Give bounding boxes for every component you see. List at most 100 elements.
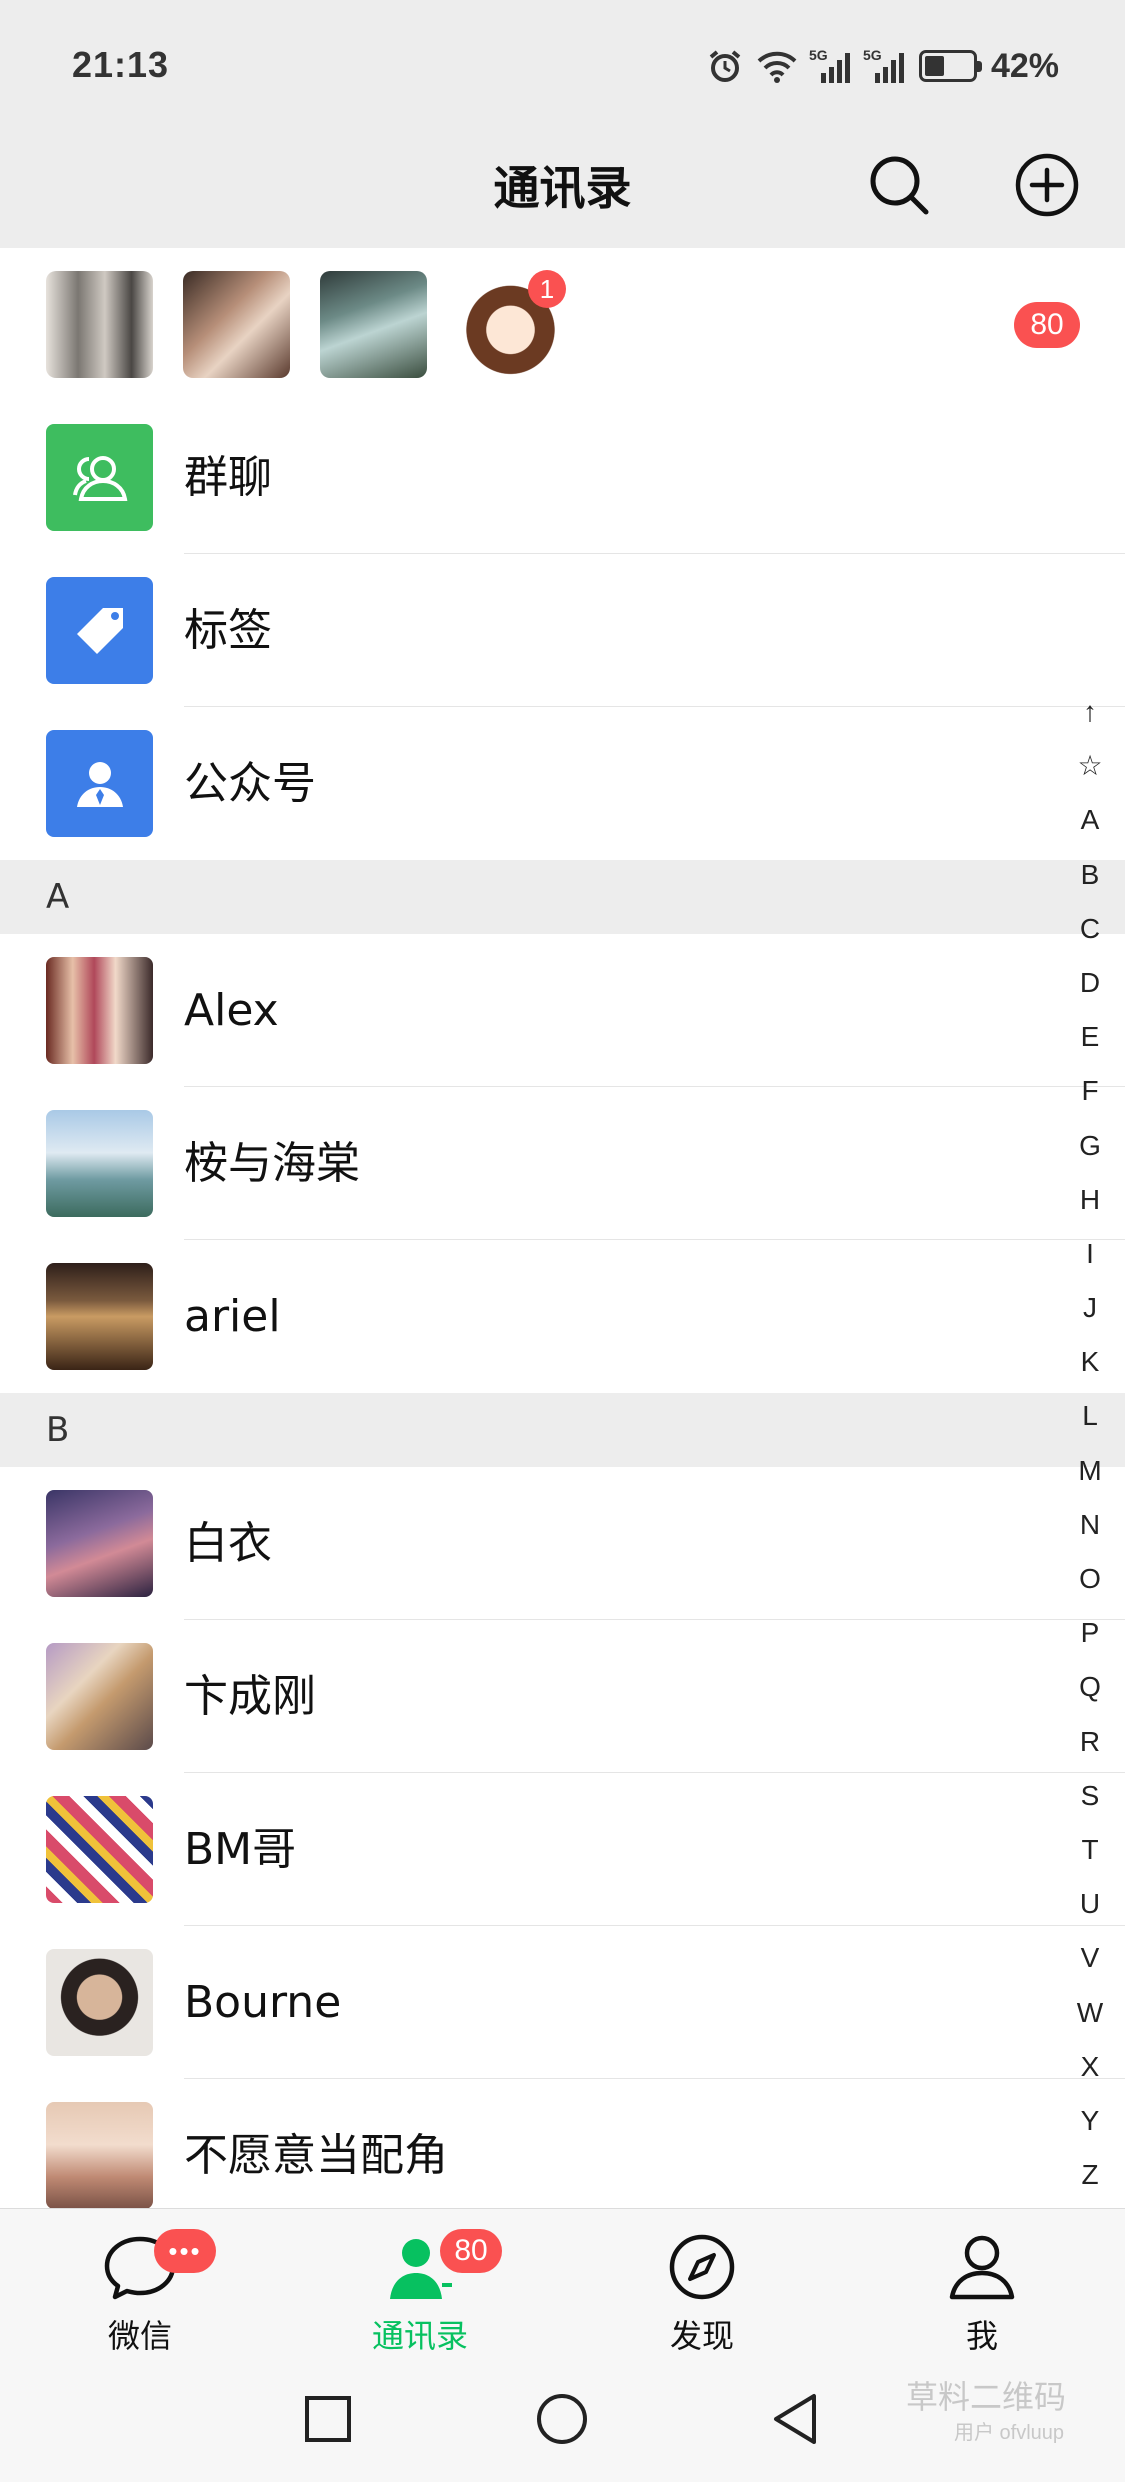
avatar: [183, 271, 290, 378]
contact-name: Alex: [184, 985, 279, 1036]
compass-icon: [669, 2234, 735, 2300]
page-title: 通讯录: [493, 161, 632, 215]
status-bar: 21:13 5G 5G 42%: [0, 0, 1125, 130]
contact-name: 白衣: [184, 1518, 272, 1569]
signal-icon: 5G: [809, 47, 851, 83]
search-button[interactable]: [864, 150, 934, 220]
index-letter[interactable]: Q: [1075, 1660, 1105, 1714]
function-label: 标签: [184, 605, 272, 656]
index-letter[interactable]: K: [1075, 1335, 1105, 1389]
status-time: 21:13: [72, 44, 170, 85]
new-friends-row[interactable]: 1 80: [0, 248, 1125, 401]
contact-name: 桉与海棠: [184, 1138, 360, 1189]
group-chats-entry[interactable]: 群聊: [0, 401, 1125, 554]
avatar: [46, 2102, 153, 2208]
add-button[interactable]: [1012, 150, 1082, 220]
avatar: [46, 1110, 153, 1217]
function-label: 公众号: [184, 758, 316, 809]
index-letter[interactable]: A: [1075, 793, 1105, 847]
contact-row[interactable]: 白衣: [0, 1467, 1125, 1620]
tab-label: 通讯录: [371, 2317, 468, 2355]
contact-row[interactable]: Bourne: [0, 1926, 1125, 2079]
avatar: [46, 1949, 153, 2056]
index-letter[interactable]: P: [1075, 1606, 1105, 1660]
contacts-list[interactable]: 1 80 群聊 标签 公众号 A Alex 桉与海棠 ariel B 白衣 卞成…: [0, 248, 1125, 2208]
alarm-icon: [707, 48, 743, 84]
index-letter[interactable]: H: [1075, 1173, 1105, 1227]
index-letter[interactable]: Z: [1075, 2148, 1105, 2202]
contact-row[interactable]: Alex: [0, 934, 1125, 1087]
home-button[interactable]: [527, 2384, 597, 2454]
avatar: [46, 1643, 153, 1750]
index-letter[interactable]: G: [1075, 1119, 1105, 1173]
section-header-b: B: [0, 1393, 1125, 1467]
avatar: [46, 1490, 153, 1597]
index-letter[interactable]: U: [1075, 1877, 1105, 1931]
index-letter[interactable]: C: [1075, 902, 1105, 956]
contact-name: BM哥: [184, 1824, 297, 1875]
function-label: 群聊: [184, 452, 272, 503]
index-letter[interactable]: M: [1075, 1444, 1105, 1498]
contact-row[interactable]: 不愿意当配角: [0, 2079, 1125, 2208]
new-friends-count-badge: 80: [1014, 302, 1080, 348]
watermark-sub: 用户 ofvluup: [954, 2422, 1065, 2444]
index-letter[interactable]: I: [1075, 1227, 1105, 1281]
index-letter[interactable]: N: [1075, 1498, 1105, 1552]
avatar-badge: 1: [528, 270, 566, 308]
contact-name: ariel: [184, 1291, 281, 1342]
official-accounts-entry[interactable]: 公众号: [0, 707, 1125, 860]
status-icons: 5G 5G 42%: [707, 44, 1059, 88]
contact-name: 卞成刚: [184, 1671, 316, 1722]
contact-name: 不愿意当配角: [184, 2130, 448, 2181]
watermark: 草料二维码: [906, 2378, 1067, 2416]
tags-entry[interactable]: 标签: [0, 554, 1125, 707]
avatar: [46, 957, 153, 1064]
signal-icon: 5G: [863, 47, 905, 83]
group-chat-icon: [46, 424, 153, 531]
index-letter[interactable]: L: [1075, 1389, 1105, 1443]
alphabet-index[interactable]: ↑☆ABCDEFGHIJKLMNOPQRSTUVWXYZ#: [1075, 685, 1105, 2208]
avatar: [320, 271, 427, 378]
index-letter[interactable]: X: [1075, 2040, 1105, 2094]
index-letter[interactable]: O: [1075, 1552, 1105, 1606]
recent-apps-button[interactable]: [293, 2384, 363, 2454]
tab-label: 我: [965, 2317, 998, 2355]
section-letter: B: [46, 1410, 70, 1450]
contact-name: Bourne: [184, 1977, 342, 2028]
section-header-a: A: [0, 860, 1125, 934]
tag-icon: [46, 577, 153, 684]
index-letter[interactable]: ☆: [1075, 739, 1105, 793]
header: 通讯录: [0, 130, 1125, 248]
contact-row[interactable]: BM哥: [0, 1773, 1125, 1926]
index-letter[interactable]: ↑: [1075, 685, 1105, 739]
tab-chats[interactable]: ••• 微信: [40, 2209, 240, 2363]
tab-me[interactable]: 我: [882, 2209, 1082, 2363]
wifi-icon: [757, 49, 797, 83]
index-letter[interactable]: W: [1075, 1986, 1105, 2040]
tab-badge: 80: [440, 2229, 502, 2273]
index-letter[interactable]: Y: [1075, 2094, 1105, 2148]
index-letter[interactable]: J: [1075, 1281, 1105, 1335]
index-letter[interactable]: F: [1075, 1064, 1105, 1118]
tab-contacts[interactable]: 80 通讯录: [320, 2209, 520, 2363]
contact-row[interactable]: 桉与海棠: [0, 1087, 1125, 1240]
back-button[interactable]: [762, 2384, 832, 2454]
index-letter[interactable]: V: [1075, 1931, 1105, 1985]
index-letter[interactable]: D: [1075, 956, 1105, 1010]
search-icon: [870, 156, 929, 215]
avatar: [46, 1796, 153, 1903]
tab-label: 发现: [669, 2317, 734, 2355]
battery-icon: [918, 50, 982, 82]
index-letter[interactable]: B: [1075, 848, 1105, 902]
index-letter[interactable]: R: [1075, 1715, 1105, 1769]
index-letter[interactable]: T: [1075, 1823, 1105, 1877]
tab-discover[interactable]: 发现: [602, 2209, 802, 2363]
contact-row[interactable]: 卞成刚: [0, 1620, 1125, 1773]
section-letter: A: [46, 877, 70, 917]
recent-apps-icon: [305, 2396, 351, 2442]
index-letter[interactable]: S: [1075, 1769, 1105, 1823]
tab-label: 微信: [107, 2317, 172, 2355]
battery-percent: 42%: [990, 46, 1059, 85]
index-letter[interactable]: E: [1075, 1010, 1105, 1064]
contact-row[interactable]: ariel: [0, 1240, 1125, 1393]
